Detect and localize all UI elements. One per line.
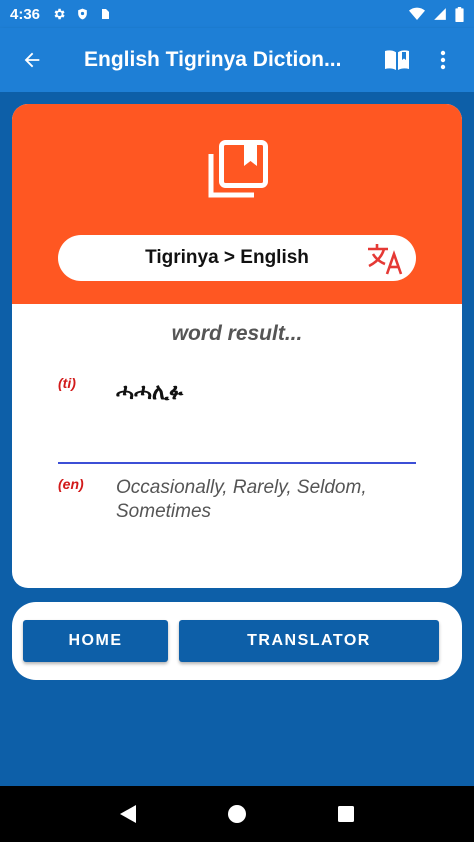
wifi-icon: [409, 7, 425, 20]
result-heading: word result...: [171, 322, 303, 345]
source-language-tag: (ti): [58, 375, 76, 391]
translator-button[interactable]: TRANSLATOR: [179, 620, 439, 662]
library-books-icon: [208, 140, 268, 198]
button-panel: HOME TRANSLATOR: [12, 602, 462, 680]
translation-meaning: Occasionally, Rarely, Seldom, Sometimes: [116, 477, 367, 522]
more-vert-icon: [440, 50, 446, 70]
battery-icon: [455, 6, 464, 22]
home-button[interactable]: HOME: [23, 620, 168, 662]
divider: [58, 462, 416, 464]
signal-icon: [434, 8, 446, 20]
back-button[interactable]: [0, 28, 64, 92]
settings-icon: [54, 8, 65, 20]
status-bar: 4:36: [0, 0, 474, 28]
language-direction-toggle[interactable]: Tigrinya > English: [58, 235, 416, 281]
system-nav-bar: [0, 786, 474, 842]
result-card: Tigrinya > English word result... (ti) ሓ…: [12, 104, 462, 588]
back-triangle-icon[interactable]: [119, 804, 137, 824]
dictionary-button[interactable]: [374, 28, 420, 92]
source-word: ሓሓሊፉ: [116, 380, 184, 405]
translate-icon[interactable]: [366, 240, 404, 276]
content-area: Tigrinya > English word result... (ti) ሓ…: [0, 92, 474, 786]
home-circle-icon[interactable]: [227, 804, 247, 824]
status-time: 4:36: [10, 5, 41, 23]
language-direction-label: Tigrinya > English: [145, 247, 309, 268]
arrow-left-icon: [24, 52, 40, 68]
sim-card-icon: [102, 9, 110, 19]
recents-square-icon[interactable]: [337, 805, 355, 823]
target-language-tag: (en): [58, 476, 84, 492]
more-options-button[interactable]: [420, 28, 466, 92]
book-open-icon: [385, 50, 409, 70]
app-bar: English Tigrinya Diction...: [0, 28, 474, 92]
app-title: English Tigrinya Diction...: [84, 48, 342, 71]
shield-icon: [78, 8, 87, 20]
card-header: Tigrinya > English: [12, 104, 462, 304]
